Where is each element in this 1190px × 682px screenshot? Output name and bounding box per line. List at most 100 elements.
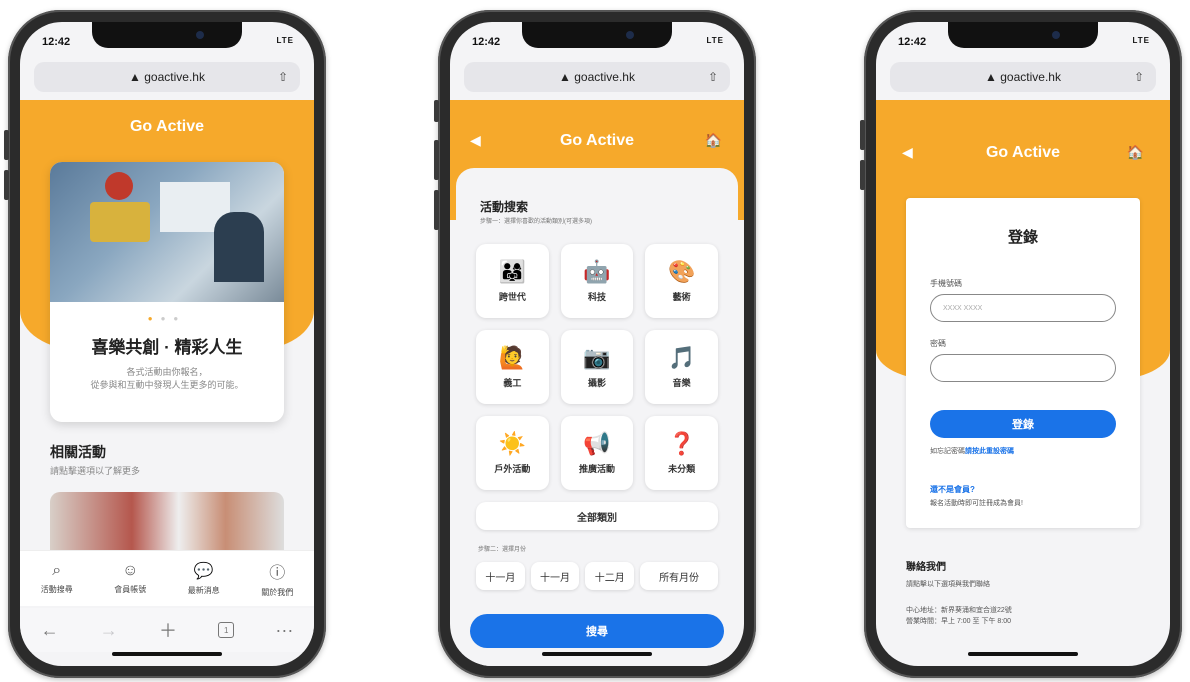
category-music[interactable]: 🎵 音樂 <box>645 330 718 404</box>
volume-up-button <box>860 120 865 150</box>
month-selector: 十一月 十一月 十二月 所有月份 <box>476 562 719 590</box>
add-icon[interactable]: ＋ <box>159 617 177 643</box>
signal-icon: LTE <box>1132 36 1150 45</box>
tab-about[interactable]: ⓘ 關於我們 <box>261 559 293 598</box>
forward-icon[interactable]: → <box>100 620 118 641</box>
search-button[interactable]: 搜尋 <box>470 614 724 648</box>
search-title: 活動搜索 <box>480 200 529 214</box>
category-technology[interactable]: 🤖 科技 <box>560 244 634 318</box>
megaphone-icon: 📢 <box>583 430 611 456</box>
hero-title: 喜樂共創 · 精彩人生 <box>91 338 243 357</box>
tab-account[interactable]: ☺ 會員帳號 <box>114 562 146 595</box>
app-title: Go Active <box>129 118 205 135</box>
tab-bar: ⌕ 活動搜尋 ☺ 會員帳號 💬 最新消息 ⓘ 關於我們 <box>20 550 314 606</box>
chat-icon: 💬 <box>193 563 214 580</box>
status-time: 12:42 <box>472 36 501 48</box>
signal-icon: LTE <box>706 36 724 45</box>
all-categories-button[interactable]: 全部類別 <box>476 502 718 530</box>
robot-icon: 🤖 <box>583 258 611 284</box>
question-icon: ❓ <box>667 430 696 456</box>
activity-thumbnail[interactable] <box>50 492 284 552</box>
volume-down-button <box>4 170 9 200</box>
url-bar[interactable]: ▲ goactive.hk ⇧ <box>464 62 730 92</box>
category-promotion[interactable]: 📢 推廣活動 <box>560 416 634 490</box>
phone-input[interactable]: XXXX XXXX <box>930 294 1116 322</box>
contact-section: 聯絡我們 請點擊以下選項與我們聯絡 中心地址：新界葵涌和宜合道22號 營業時間：… <box>906 558 1140 627</box>
not-member-link[interactable]: 還不是會員? <box>930 484 975 495</box>
phone-login: 12:42 LTE ▲ goactive.hk ⇧ ◀ Go Active 🏠 … <box>860 10 1182 678</box>
home-indicator <box>968 652 1078 656</box>
signal-icon: LTE <box>276 36 294 45</box>
home-indicator <box>542 652 652 656</box>
phone-search: 12:42 LTE ▲ goactive.hk ⇧ ◀ Go Active 🏠 … <box>434 10 756 678</box>
app-title: Go Active <box>559 132 635 149</box>
volume-down-button <box>860 160 865 190</box>
hero-card[interactable]: ●●● 喜樂共創 · 精彩人生 各式活動由你報名， 從參與和互動中發現人生更多的… <box>50 162 284 422</box>
music-note-icon: 🎵 <box>667 344 696 370</box>
category-uncategorized[interactable]: ❓ 未分類 <box>645 416 718 490</box>
url-bar[interactable]: ▲ goactive.hk ⇧ <box>34 62 300 92</box>
palette-icon: 🎨 <box>667 258 696 284</box>
phone-label: 手機號碼 <box>930 279 962 288</box>
share-icon[interactable]: ⇧ <box>278 70 288 84</box>
password-input[interactable] <box>930 354 1116 382</box>
more-icon[interactable]: ··· <box>275 620 293 641</box>
login-card: 登錄 手機號碼 XXXX XXXX 密碼 登錄 如忘記密碼請按此重設密碼 還不是… <box>906 198 1140 528</box>
status-time: 12:42 <box>42 36 71 48</box>
search-icon: ⌕ <box>52 562 62 579</box>
camera-icon: 📷 <box>583 344 611 370</box>
tabs-icon[interactable]: 1 <box>218 622 235 638</box>
phone-home: 12:42 LTE ▲ goactive.hk ⇧ Go Active ●●● … <box>4 10 326 678</box>
hero-subtitle: 各式活動由你報名， 從參與和互動中發現人生更多的可能。 <box>90 367 244 390</box>
family-icon: 👨‍👩‍👧 <box>498 258 527 284</box>
url-text: ▲ goactive.hk <box>129 70 205 84</box>
reset-password-link[interactable]: 請按此重設密碼 <box>965 448 1014 455</box>
volume-up-button <box>4 130 9 160</box>
category-outdoor[interactable]: ☀️ 戶外活動 <box>476 416 549 490</box>
step2-instruction: 步驟二：選擇月份 <box>478 547 527 553</box>
sun-icon: ☀️ <box>498 430 527 456</box>
carousel-dots[interactable]: ●●● <box>50 314 284 323</box>
category-arts[interactable]: 🎨 藝術 <box>645 244 718 318</box>
volume-down-button <box>434 190 439 230</box>
category-intergenerational[interactable]: 👨‍👩‍👧 跨世代 <box>476 244 549 318</box>
home-indicator <box>112 652 222 656</box>
stage: 12:42 LTE ▲ goactive.hk ⇧ Go Active ●●● … <box>0 0 1190 682</box>
share-icon[interactable]: ⇧ <box>708 70 718 84</box>
info-icon: ⓘ <box>269 565 286 582</box>
category-grid: 👨‍👩‍👧 跨世代 🤖 科技 🎨 藝術 🙋 義工 📷 攝影 🎵 音樂 ☀️ 戶外活動 📢 推廣活… <box>476 244 718 490</box>
volunteer-icon: 🙋 <box>498 344 527 370</box>
contact-title: 聯絡我們 <box>906 562 946 573</box>
section-title: 相關活動 <box>50 444 106 460</box>
home-icon[interactable]: 🏠 <box>705 132 722 149</box>
month-option[interactable]: 十一月 <box>530 562 580 590</box>
safari-toolbar: ← → ＋ 1 ··· <box>20 608 314 652</box>
mute-switch <box>434 100 439 122</box>
share-icon[interactable]: ⇧ <box>1134 70 1144 84</box>
forgot-password: 如忘記密碼請按此重設密碼 <box>930 448 1014 455</box>
volume-up-button <box>434 140 439 180</box>
url-text: ▲ goactive.hk <box>985 70 1061 84</box>
search-sheet: 活動搜索 步驟一：選擇你喜歡的活動類別(可選多項) 👨‍👩‍👧 跨世代 🤖 科技 🎨… <box>456 168 738 666</box>
tab-search[interactable]: ⌕ 活動搜尋 <box>41 562 73 595</box>
url-text: ▲ goactive.hk <box>559 70 635 84</box>
month-option-all[interactable]: 所有月份 <box>640 562 719 590</box>
back-icon[interactable]: ← <box>41 620 59 641</box>
month-option[interactable]: 十一月 <box>476 562 525 590</box>
not-member-text: 報名活動時即可註冊成為會員! <box>930 500 1023 507</box>
status-bar: 12:42 LTE <box>898 36 1150 52</box>
category-photography[interactable]: 📷 攝影 <box>560 330 634 404</box>
status-bar: 12:42 LTE <box>42 36 294 52</box>
url-bar[interactable]: ▲ goactive.hk ⇧ <box>890 62 1156 92</box>
tab-news[interactable]: 💬 最新消息 <box>188 561 220 596</box>
login-button[interactable]: 登錄 <box>930 410 1116 438</box>
month-option[interactable]: 十二月 <box>585 562 635 590</box>
status-bar: 12:42 LTE <box>472 36 724 52</box>
home-icon[interactable]: 🏠 <box>1127 144 1144 161</box>
screen: 12:42 LTE ▲ goactive.hk ⇧ ◀ Go Active 🏠 … <box>876 22 1170 666</box>
contact-subtitle: 請點擊以下選項與我們聯絡 <box>906 581 990 588</box>
login-title: 登錄 <box>1007 229 1038 246</box>
category-volunteer[interactable]: 🙋 義工 <box>476 330 549 404</box>
step1-instruction: 步驟一：選擇你喜歡的活動類別(可選多項) <box>480 219 592 225</box>
status-time: 12:42 <box>898 36 927 48</box>
